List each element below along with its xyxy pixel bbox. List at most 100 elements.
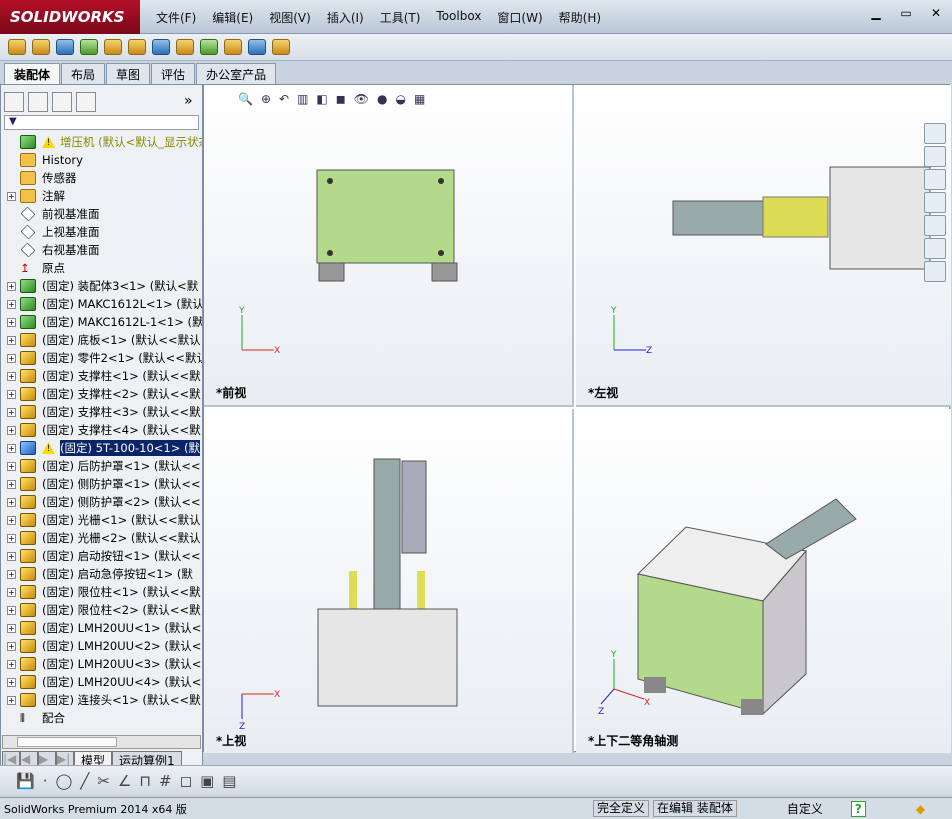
help-icon[interactable]: ? bbox=[850, 800, 866, 817]
tree-item[interactable]: ⫴ 配合 bbox=[0, 709, 202, 727]
expand-icon[interactable]: + bbox=[7, 371, 16, 381]
design-library-icon[interactable] bbox=[924, 169, 946, 190]
filter-input[interactable]: ▼ bbox=[4, 115, 199, 130]
menu-help[interactable]: 帮助(H) bbox=[551, 9, 609, 26]
tree-item[interactable]: + (固定) 光栅<1> (默认<<默认 bbox=[0, 511, 202, 529]
assembly-features-icon[interactable] bbox=[176, 39, 194, 55]
trim-icon[interactable]: ✂ bbox=[97, 772, 110, 790]
move-component-icon[interactable] bbox=[152, 39, 170, 55]
view-palette-icon[interactable] bbox=[924, 215, 946, 236]
expand-icon[interactable]: + bbox=[7, 191, 16, 201]
tag-icon[interactable]: ◆ bbox=[916, 802, 925, 816]
custom-properties-icon[interactable] bbox=[924, 261, 946, 282]
box-icon[interactable]: ◻ bbox=[180, 772, 192, 790]
expand-icon[interactable]: + bbox=[7, 533, 16, 543]
insert-component-icon[interactable] bbox=[104, 39, 122, 55]
tree-item[interactable]: + (固定) 侧防护罩<1> (默认<< bbox=[0, 475, 202, 493]
mate-icon[interactable] bbox=[128, 39, 146, 55]
tab-evaluate[interactable]: 评估 bbox=[151, 63, 196, 85]
expand-icon[interactable]: + bbox=[7, 641, 16, 651]
tree-item[interactable]: + (固定) 支撑柱<3> (默认<<默 bbox=[0, 403, 202, 421]
expand-icon[interactable]: + bbox=[7, 569, 16, 579]
viewport-isometric[interactable]: Y X Z *上下二等角轴测 bbox=[576, 409, 951, 753]
tab-sketch[interactable]: 草图 bbox=[106, 63, 151, 85]
tree-item[interactable]: + (固定) LMH20UU<3> (默认<<默 bbox=[0, 655, 202, 673]
tree-item[interactable]: ! 增压机 (默认<默认_显示状态 bbox=[0, 133, 202, 151]
tree-item[interactable]: + (固定) 限位柱<1> (默认<<默 bbox=[0, 583, 202, 601]
zoom-area-icon[interactable]: ⊕ bbox=[261, 92, 271, 106]
new-icon[interactable] bbox=[8, 39, 26, 55]
tree-item[interactable]: +! (固定) 5T-100-10<1> (默 bbox=[0, 439, 202, 457]
feature-manager-tab-icon[interactable] bbox=[4, 92, 24, 112]
tree-item[interactable]: + (固定) 零件2<1> (默认<<默认 bbox=[0, 349, 202, 367]
appearance-icon[interactable]: ● bbox=[377, 92, 387, 106]
explode-icon[interactable] bbox=[224, 39, 242, 55]
viewport-top[interactable]: XZ *上视 bbox=[204, 409, 574, 753]
tree-item[interactable]: History bbox=[0, 151, 202, 169]
shaded-icon[interactable]: ▣ bbox=[200, 772, 214, 790]
tab-assembly[interactable]: 装配体 bbox=[4, 63, 61, 85]
paperclip-icon[interactable] bbox=[56, 39, 74, 55]
display-manager-tab-icon[interactable] bbox=[76, 92, 96, 112]
tree-horizontal-scrollbar[interactable] bbox=[2, 735, 201, 749]
tree-item[interactable]: + (固定) 支撑柱<4> (默认<<默 bbox=[0, 421, 202, 439]
expand-icon[interactable]: + bbox=[7, 677, 16, 687]
configuration-manager-tab-icon[interactable] bbox=[52, 92, 72, 112]
solidworks-resources-icon[interactable] bbox=[924, 123, 946, 144]
tree-item[interactable]: 右视基准面 bbox=[0, 241, 202, 259]
tree-item[interactable]: + (固定) MAKC1612L-1<1> (默认 bbox=[0, 313, 202, 331]
expand-icon[interactable]: + bbox=[7, 551, 16, 561]
expand-icon[interactable]: + bbox=[7, 695, 16, 705]
expand-icon[interactable]: + bbox=[7, 425, 16, 435]
tree-item[interactable]: + (固定) 装配体3<1> (默认<默 bbox=[0, 277, 202, 295]
menu-edit[interactable]: 编辑(E) bbox=[204, 9, 261, 26]
close-button[interactable]: ✕ bbox=[926, 6, 946, 22]
display-style-icon[interactable]: ◼ bbox=[336, 92, 346, 106]
property-manager-tab-icon[interactable] bbox=[28, 92, 48, 112]
tree-item[interactable]: + (固定) LMH20UU<1> (默认<<默 bbox=[0, 619, 202, 637]
expand-icon[interactable]: + bbox=[7, 623, 16, 633]
table-icon[interactable]: ▤ bbox=[222, 772, 236, 790]
home-icon[interactable] bbox=[924, 146, 946, 167]
reference-geometry-icon[interactable] bbox=[200, 39, 218, 55]
tree-item[interactable]: + (固定) 连接头<1> (默认<<默 bbox=[0, 691, 202, 709]
hide-show-icon[interactable]: 👁 bbox=[354, 92, 369, 106]
menu-insert[interactable]: 插入(I) bbox=[319, 9, 372, 26]
tree-item[interactable]: + (固定) 限位柱<2> (默认<<默 bbox=[0, 601, 202, 619]
grid-icon[interactable]: # bbox=[159, 772, 172, 790]
minimize-button[interactable]: ▁ bbox=[866, 6, 886, 22]
menu-file[interactable]: 文件(F) bbox=[148, 9, 204, 26]
previous-view-icon[interactable]: ↶ bbox=[279, 92, 289, 106]
expand-panel-button[interactable]: » bbox=[184, 93, 193, 109]
restore-button[interactable]: ▭ bbox=[896, 6, 916, 22]
tree-item[interactable]: + (固定) 启动急停按钮<1> (默 bbox=[0, 565, 202, 583]
menu-toolbox[interactable]: Toolbox bbox=[428, 9, 489, 26]
tree-item[interactable]: + (固定) 光栅<2> (默认<<默认 bbox=[0, 529, 202, 547]
view-settings-icon[interactable]: ▦ bbox=[414, 92, 425, 106]
tree-item[interactable]: 前视基准面 bbox=[0, 205, 202, 223]
angle-icon[interactable]: ∠ bbox=[118, 772, 131, 790]
tree-item[interactable]: + (固定) 底板<1> (默认<<默认 bbox=[0, 331, 202, 349]
component-icon[interactable] bbox=[80, 39, 98, 55]
tab-office-products[interactable]: 办公室产品 bbox=[196, 63, 277, 85]
expand-icon[interactable]: + bbox=[7, 281, 16, 291]
tree-item[interactable]: + (固定) MAKC1612L<1> (默认< bbox=[0, 295, 202, 313]
expand-icon[interactable]: + bbox=[7, 515, 16, 525]
expand-icon[interactable]: + bbox=[7, 443, 16, 453]
expand-icon[interactable]: + bbox=[7, 299, 16, 309]
expand-icon[interactable]: + bbox=[7, 389, 16, 399]
graphics-area[interactable]: YX *前视 YZ *左视 XZ *上视 YXZ *上下二等角轴测 bbox=[203, 84, 951, 753]
section-view-icon[interactable]: ▥ bbox=[297, 92, 308, 106]
menu-window[interactable]: 窗口(W) bbox=[489, 9, 550, 26]
tree-item[interactable]: + (固定) 支撑柱<1> (默认<<默 bbox=[0, 367, 202, 385]
point-icon[interactable]: · bbox=[43, 772, 48, 790]
save-icon[interactable]: 💾 bbox=[16, 772, 35, 790]
scene-icon[interactable]: ◒ bbox=[395, 92, 405, 106]
expand-icon[interactable]: + bbox=[7, 317, 16, 327]
file-explorer-icon[interactable] bbox=[924, 192, 946, 213]
circle-icon[interactable]: ◯ bbox=[55, 772, 72, 790]
expand-icon[interactable]: + bbox=[7, 479, 16, 489]
menu-view[interactable]: 视图(V) bbox=[261, 9, 319, 26]
tree-item[interactable]: + (固定) LMH20UU<4> (默认<<默 bbox=[0, 673, 202, 691]
zoom-to-fit-icon[interactable]: 🔍 bbox=[238, 92, 253, 106]
